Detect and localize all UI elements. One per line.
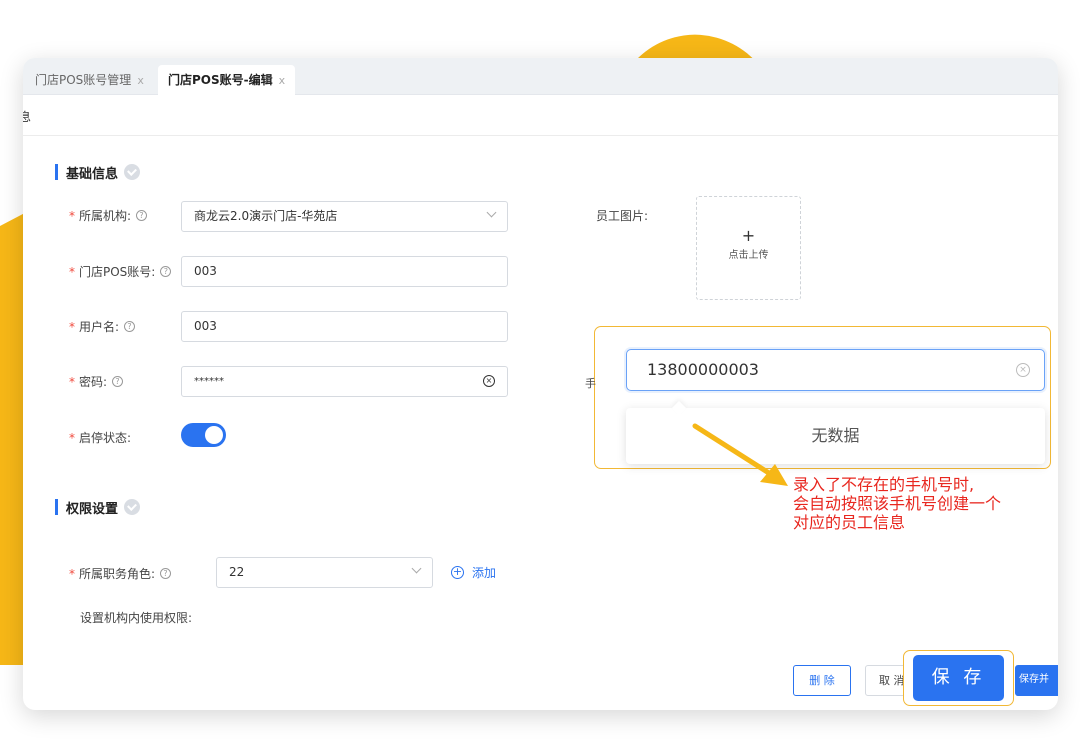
help-icon[interactable]: ? xyxy=(160,568,172,579)
plus-icon: + xyxy=(741,226,756,245)
tab-bar: 门店POS账号管理 x 门店POS账号-编辑 x xyxy=(23,58,1058,95)
tab-label: 门店POS账号管理 xyxy=(35,73,132,87)
section-basic-info: 基础信息 xyxy=(55,163,141,182)
required-mark: * xyxy=(69,319,75,334)
annotation-line: 对应的员工信息 xyxy=(793,513,906,532)
username-input[interactable]: 003 xyxy=(181,311,508,342)
empty-text: 无数据 xyxy=(811,426,860,445)
required-mark: * xyxy=(69,430,75,445)
required-mark: * xyxy=(69,264,75,279)
help-icon[interactable]: ? xyxy=(136,210,148,221)
phone-dropdown: 无数据 xyxy=(626,408,1045,464)
required-mark: * xyxy=(69,566,75,581)
required-mark: * xyxy=(69,374,75,389)
section-title: 基础信息 xyxy=(66,166,119,182)
section-permission: 权限设置 xyxy=(55,498,141,517)
tab-pos-account-management[interactable]: 门店POS账号管理 x xyxy=(25,65,154,95)
chevron-down-icon xyxy=(486,207,497,218)
help-icon[interactable]: ? xyxy=(112,376,124,387)
save-button[interactable]: 保 存 xyxy=(913,655,1004,701)
password-label: * 密码:? xyxy=(69,373,124,390)
chevron-down-icon xyxy=(411,563,422,574)
org-label: * 所属机构:? xyxy=(69,207,148,224)
toggle-knob xyxy=(205,426,223,444)
username-label: * 用户名:? xyxy=(69,318,136,335)
status-label: * 启停状态: xyxy=(69,430,132,446)
help-icon[interactable]: ? xyxy=(124,321,136,332)
annotation-arrow-icon xyxy=(692,423,788,486)
password-input[interactable]: ****** × xyxy=(181,366,508,397)
collapse-check-icon[interactable] xyxy=(124,164,141,180)
pos-account-label: * 门店POS账号:? xyxy=(69,263,172,280)
status-toggle[interactable] xyxy=(181,423,226,447)
photo-label: 员工图片: xyxy=(596,209,649,223)
clear-icon[interactable]: × xyxy=(1016,363,1030,377)
phone-label: 手 xyxy=(585,377,596,390)
role-label: * 所属职务角色:? xyxy=(69,565,172,582)
divider xyxy=(23,135,1058,136)
phone-input[interactable]: 13800000003 × xyxy=(626,349,1045,391)
tab-label: 门店POS账号-编辑 xyxy=(168,73,273,87)
annotation-line: 录入了不存在的手机号时, xyxy=(793,475,975,494)
tab-pos-account-edit[interactable]: 门店POS账号-编辑 x xyxy=(158,65,296,95)
photo-upload[interactable]: + 点击上传 xyxy=(696,196,801,300)
org-select[interactable]: 商龙云2.0演示门店-华苑店 xyxy=(181,201,508,232)
permission-hint: 设置机构内使用权限: xyxy=(80,611,193,625)
tab-close-icon[interactable]: x xyxy=(137,74,144,87)
upload-text: 点击上传 xyxy=(728,250,769,261)
required-mark: * xyxy=(69,208,75,223)
role-select[interactable]: 22 xyxy=(216,557,433,588)
tab-close-icon[interactable]: x xyxy=(279,74,286,87)
section-bar xyxy=(55,164,58,180)
clear-icon[interactable]: × xyxy=(483,375,495,387)
annotation-line: 会自动按照该手机号创建一个 xyxy=(793,494,1002,513)
section-title: 权限设置 xyxy=(66,501,119,517)
screenshot-stage: 门店POS账号管理 x 门店POS账号-编辑 x 息 基础信息 * 所属机构:? 商龙… xyxy=(0,0,1080,747)
add-role-link[interactable]: + 添加 xyxy=(451,564,496,581)
plus-circle-icon: + xyxy=(451,565,464,579)
save-and-button[interactable]: 保存并 xyxy=(1015,665,1058,696)
section-bar xyxy=(55,499,58,515)
collapse-check-icon[interactable] xyxy=(124,499,141,515)
breadcrumb: 息 xyxy=(23,110,32,124)
annotation-text: 录入了不存在的手机号时, 会自动按照该手机号创建一个 对应的员工信息 xyxy=(793,475,1053,532)
delete-button[interactable]: 删 除 xyxy=(793,665,851,696)
pos-account-input[interactable]: 003 xyxy=(181,256,508,287)
help-icon[interactable]: ? xyxy=(160,266,172,277)
